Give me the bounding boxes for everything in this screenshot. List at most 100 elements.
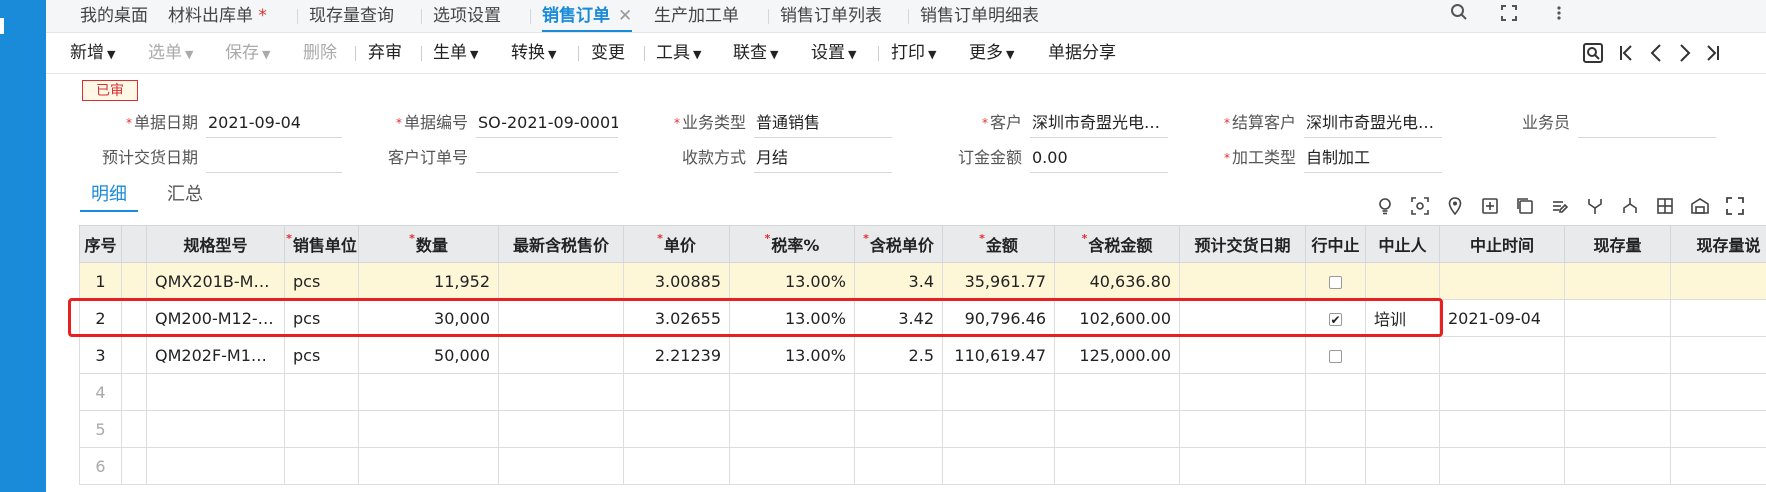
cell-tax-amount[interactable]: 125,000.00 xyxy=(1054,336,1180,374)
cell-delivery-date[interactable] xyxy=(1179,262,1306,300)
settings-button[interactable]: 设置 ▼ xyxy=(811,33,856,73)
cell-spec[interactable]: QMX201B-M8… xyxy=(146,262,285,300)
cell-tax-amount[interactable]: 40,636.80 xyxy=(1054,262,1180,300)
cell-stop-time[interactable] xyxy=(1439,336,1565,374)
cell-stock-desc[interactable] xyxy=(1670,336,1766,374)
tab-desktop[interactable]: 我的桌面 xyxy=(80,0,148,32)
tab-sales-order[interactable]: 销售订单 ✕ xyxy=(542,0,633,32)
cell-unit[interactable]: pcs xyxy=(284,299,359,337)
tools-button[interactable]: 工具 ▼ xyxy=(656,33,701,73)
cell-tax-price[interactable]: 2.5 xyxy=(854,336,943,374)
copy-row-icon[interactable] xyxy=(1514,197,1536,219)
row-stop-checkbox[interactable] xyxy=(1329,349,1342,363)
location-icon[interactable] xyxy=(1444,197,1466,219)
col-row-stopped[interactable]: 行中止 xyxy=(1305,225,1366,263)
process-type-select[interactable]: 自制加工 xyxy=(1304,143,1442,173)
cell-qty[interactable]: 50,000 xyxy=(358,336,499,374)
table-row[interactable]: 2 QM200-M12-… pcs 30,000 3.02655 13.00% … xyxy=(79,299,1766,337)
cell-tax-rate[interactable]: 13.00% xyxy=(729,336,855,374)
convert-button[interactable]: 转换 ▼ xyxy=(511,33,556,73)
col-seq[interactable]: 序号 xyxy=(79,225,122,263)
col-qty[interactable]: *数量 xyxy=(358,225,499,263)
cell-stopper[interactable] xyxy=(1365,262,1440,300)
cell-latest-price[interactable] xyxy=(498,336,624,374)
col-delivery-date[interactable]: 预计交货日期 xyxy=(1179,225,1306,263)
cell-stop-time[interactable] xyxy=(1439,262,1565,300)
biz-type-select[interactable]: 普通销售 xyxy=(754,108,892,138)
col-tax-rate[interactable]: *税率% xyxy=(729,225,855,263)
cell-tax-price[interactable]: 3.4 xyxy=(854,262,943,300)
prev-record-icon[interactable] xyxy=(1648,33,1664,73)
last-record-icon[interactable] xyxy=(1705,33,1721,73)
select-button[interactable]: 选单 ▼ xyxy=(148,33,193,73)
linked-query-button[interactable]: 联查 ▼ xyxy=(733,33,778,73)
cell-unit[interactable]: pcs xyxy=(284,336,359,374)
columns-icon[interactable] xyxy=(1654,197,1676,219)
col-spec[interactable]: 规格型号 xyxy=(146,225,285,263)
cell-qty[interactable]: 11,952 xyxy=(358,262,499,300)
deposit-input[interactable]: 0.00 xyxy=(1030,143,1168,173)
warehouse-icon[interactable] xyxy=(1689,197,1711,219)
col-stopper[interactable]: 中止人 xyxy=(1365,225,1440,263)
table-row[interactable]: 6 xyxy=(79,447,1766,485)
cell-amount[interactable]: 35,961.77 xyxy=(942,262,1055,300)
batch-edit-icon[interactable] xyxy=(1549,197,1571,219)
merge-icon[interactable] xyxy=(1619,197,1641,219)
cell-qty[interactable]: 30,000 xyxy=(358,299,499,337)
generate-button[interactable]: 生单 ▼ xyxy=(433,33,478,73)
customer-input[interactable]: 深圳市奇盟光电… xyxy=(1030,108,1168,138)
cell-stock-desc[interactable] xyxy=(1670,299,1766,337)
doc-date-input[interactable]: 2021-09-04 xyxy=(206,108,342,138)
cell-delivery-date[interactable] xyxy=(1179,336,1306,374)
add-row-icon[interactable] xyxy=(1479,197,1501,219)
maximize-icon[interactable] xyxy=(1496,3,1522,29)
cell-stopper[interactable] xyxy=(1365,336,1440,374)
tab-options[interactable]: 选项设置 xyxy=(433,0,501,32)
col-amount[interactable]: *金额 xyxy=(942,225,1055,263)
cell-stop-time[interactable]: 2021-09-04 xyxy=(1439,299,1565,337)
split-icon[interactable] xyxy=(1584,197,1606,219)
cell-stock[interactable] xyxy=(1564,336,1671,374)
cell-spec[interactable]: QM202F-M12… xyxy=(146,336,285,374)
save-button[interactable]: 保存 ▼ xyxy=(225,33,270,73)
row-stop-checkbox[interactable] xyxy=(1329,275,1342,289)
first-record-icon[interactable] xyxy=(1618,33,1634,73)
fullscreen-icon[interactable] xyxy=(1724,197,1746,219)
cell-stopper[interactable]: 培训 xyxy=(1365,299,1440,337)
tab-material-outbound[interactable]: 材料出库单 * xyxy=(168,0,267,32)
cell-unit[interactable]: pcs xyxy=(284,262,359,300)
col-latest-price[interactable]: 最新含税售价 xyxy=(498,225,624,263)
col-stock[interactable]: 现存量 xyxy=(1564,225,1671,263)
col-unit[interactable]: *销售单位 xyxy=(284,225,359,263)
payment-select[interactable]: 月结 xyxy=(754,143,892,173)
cell-tax-rate[interactable]: 13.00% xyxy=(729,299,855,337)
table-row[interactable]: 1 QMX201B-M8… pcs 11,952 3.00885 13.00% … xyxy=(79,262,1766,300)
cell-spec[interactable]: QM200-M12-… xyxy=(146,299,285,337)
salesman-input[interactable] xyxy=(1578,108,1716,138)
delete-button[interactable]: 删除 xyxy=(303,33,337,73)
cell-latest-price[interactable] xyxy=(498,299,624,337)
change-button[interactable]: 变更 xyxy=(591,33,625,73)
scan-icon[interactable] xyxy=(1409,197,1431,219)
cell-stock[interactable] xyxy=(1564,262,1671,300)
close-icon[interactable]: ✕ xyxy=(618,6,632,26)
cell-stock[interactable] xyxy=(1564,299,1671,337)
more-icon[interactable] xyxy=(1546,3,1572,29)
table-row[interactable]: 3 QM202F-M12… pcs 50,000 2.21239 13.00% … xyxy=(79,336,1766,374)
tab-detail[interactable]: 明细 xyxy=(80,178,138,212)
table-row[interactable]: 4 xyxy=(79,373,1766,411)
print-button[interactable]: 打印 ▼ xyxy=(891,33,936,73)
tab-summary[interactable]: 汇总 xyxy=(160,178,210,212)
tab-sales-order-list[interactable]: 销售订单列表 xyxy=(780,0,882,32)
cell-delivery-date[interactable] xyxy=(1179,299,1306,337)
cell-amount[interactable]: 90,796.46 xyxy=(942,299,1055,337)
doc-no-input[interactable]: SO-2021-09-0001 xyxy=(476,108,618,138)
col-stock-desc[interactable]: 现存量说 xyxy=(1670,225,1766,263)
new-button[interactable]: 新增 ▼ xyxy=(70,33,115,73)
cell-price[interactable]: 3.02655 xyxy=(623,299,730,337)
table-row[interactable]: 5 xyxy=(79,410,1766,448)
cell-tax-rate[interactable]: 13.00% xyxy=(729,262,855,300)
tab-sales-order-detail[interactable]: 销售订单明细表 xyxy=(920,0,1039,32)
tab-stock-query[interactable]: 现存量查询 xyxy=(309,0,394,32)
abandon-review-button[interactable]: 弃审 xyxy=(368,33,402,73)
